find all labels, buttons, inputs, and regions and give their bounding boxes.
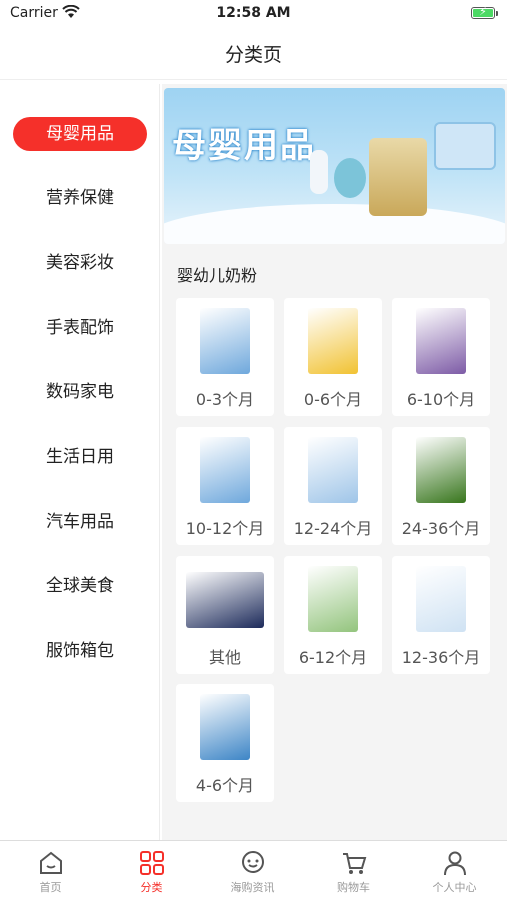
product-label: 其他 [208,648,241,667]
category-banner[interactable]: 母婴用品 [164,88,505,244]
sidebar-item-label: 母婴用品 [13,117,147,151]
product-image [308,308,358,374]
battery-icon: ⚡ [471,5,498,19]
product-label: 4-6个月 [195,776,255,795]
product-image [416,308,466,374]
sidebar-item-mother-baby[interactable]: 母婴用品 [0,116,160,152]
sidebar-item-label: 全球美食 [46,576,114,596]
product-label: 10-12个月 [185,519,265,538]
product-card[interactable]: 24-36个月 [392,427,490,545]
person-icon [443,851,466,876]
sidebar-item-digital[interactable]: 数码家电 [0,374,160,410]
sidebar-item-label: 美容彩妆 [46,253,114,273]
tab-label: 分类 [140,881,163,894]
sidebar-item-label: 汽车用品 [46,512,114,532]
product-image [308,566,358,632]
product-label: 0-3个月 [195,390,255,409]
bottle-image [310,150,328,194]
toy-image [334,158,366,198]
sidebar-item-food[interactable]: 全球美食 [0,568,160,604]
status-time: 12:58 AM [216,5,291,21]
product-label: 6-10个月 [406,390,476,409]
sidebar-item-label: 手表配饰 [46,318,114,338]
chat-icon [241,851,264,873]
tab-home[interactable]: 首页 [0,845,101,901]
navigation-bar: 分类页 [0,28,507,80]
product-label: 24-36个月 [401,519,481,538]
product-image [416,566,466,632]
product-card[interactable]: 0-6个月 [284,298,382,416]
page-title: 分类页 [224,44,282,66]
product-image [186,572,264,628]
product-label: 6-12个月 [298,648,368,667]
product-image [200,437,250,503]
product-card[interactable]: 12-36个月 [392,556,490,674]
home-icon [39,851,62,874]
formula-can-image [434,122,496,170]
product-label: 12-24个月 [293,519,373,538]
tab-profile[interactable]: 个人中心 [404,845,505,901]
sidebar-item-label: 数码家电 [46,382,114,402]
sidebar-item-label: 生活日用 [46,447,114,467]
formula-can-image [369,138,427,216]
product-card[interactable]: 6-10个月 [392,298,490,416]
sidebar-item-daily[interactable]: 生活日用 [0,439,160,475]
sidebar-item-nutrition[interactable]: 营养保健 [0,180,160,216]
section-title: 婴幼儿奶粉 [177,266,258,285]
tab-cart[interactable]: 购物车 [303,845,404,901]
sidebar-item-label: 营养保健 [46,188,114,208]
product-card[interactable]: 0-3个月 [176,298,274,416]
product-image [416,437,466,503]
cart-icon [342,853,366,874]
tab-label: 海购资讯 [230,881,275,894]
tab-label: 首页 [39,881,62,894]
tab-category[interactable]: 分类 [101,845,202,901]
product-label: 0-6个月 [303,390,363,409]
product-card[interactable]: 10-12个月 [176,427,274,545]
product-image [308,437,358,503]
product-card[interactable]: 6-12个月 [284,556,382,674]
product-card[interactable]: 其他 [176,556,274,674]
product-label: 12-36个月 [401,648,481,667]
product-card[interactable]: 4-6个月 [176,684,274,802]
category-content: 母婴用品 婴幼儿奶粉 0-3个月 0-6个月 6-10个月 10-12个月 12… [162,84,507,840]
sidebar-item-apparel[interactable]: 服饰箱包 [0,633,160,669]
status-bar: Carrier 12:58 AM ⚡ [0,0,507,28]
sidebar-item-auto[interactable]: 汽车用品 [0,504,160,540]
sidebar-item-label: 服饰箱包 [46,641,114,661]
category-icon [139,851,164,875]
banner-title: 母婴用品 [172,126,316,166]
product-image [200,308,250,374]
category-sidebar: 母婴用品 营养保健 美容彩妆 手表配饰 数码家电 生活日用 汽车用品 全球美食 … [0,84,160,840]
milk-splash-image [164,204,505,244]
tab-label: 个人中心 [432,881,477,894]
sidebar-item-beauty[interactable]: 美容彩妆 [0,245,160,281]
tab-bar: 首页 分类 海购资讯 购物车 个人中心 [0,840,507,900]
product-image [200,694,250,760]
sidebar-item-watches[interactable]: 手表配饰 [0,310,160,346]
tab-label: 购物车 [337,881,370,894]
tab-news[interactable]: 海购资讯 [202,845,303,901]
product-card[interactable]: 12-24个月 [284,427,382,545]
